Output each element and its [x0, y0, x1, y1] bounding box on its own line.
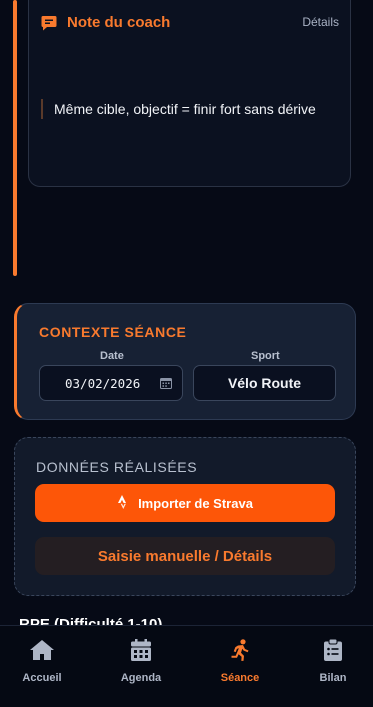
- coach-note-title: Note du coach: [67, 14, 171, 31]
- sport-value: Vélo Route: [227, 375, 302, 391]
- calendar-picker-icon[interactable]: [160, 377, 172, 389]
- date-input[interactable]: 03/02/2026: [39, 365, 183, 401]
- manual-entry-button[interactable]: Saisie manuelle / Détails: [35, 537, 335, 575]
- import-strava-label: Importer de Strava: [138, 495, 253, 511]
- bottom-nav: Accueil Agenda Séance Bilan: [0, 625, 373, 707]
- session-screen: Note du coach Détails Même cible, object…: [0, 0, 373, 707]
- home-icon: [29, 639, 55, 666]
- sport-select[interactable]: Vélo Route: [193, 365, 336, 401]
- accent-bar: [13, 0, 17, 276]
- strava-icon: [117, 494, 129, 512]
- comment-icon: [41, 15, 57, 31]
- coach-note-text: Même cible, objectif = finir fort sans d…: [41, 99, 316, 119]
- completed-data-title: DONNÉES RÉALISÉES: [36, 459, 198, 475]
- coach-note-card: Note du coach Détails Même cible, object…: [28, 0, 351, 187]
- session-context-card: CONTEXTE SÉANCE Date Sport 03/02/2026 Vé…: [14, 303, 356, 420]
- clipboard-icon: [324, 638, 342, 666]
- sport-label: Sport: [251, 350, 280, 362]
- nav-item-agenda[interactable]: Agenda: [101, 639, 181, 684]
- nav-label-bilan: Bilan: [319, 672, 347, 684]
- nav-label-accueil: Accueil: [22, 672, 62, 684]
- coach-details-link[interactable]: Détails: [302, 15, 339, 29]
- nav-label-seance: Séance: [220, 672, 260, 684]
- nav-item-bilan[interactable]: Bilan: [293, 638, 373, 684]
- date-label: Date: [100, 350, 124, 362]
- completed-data-card: DONNÉES RÉALISÉES Importer de Strava Sai…: [14, 437, 356, 596]
- date-value: 03/02/2026: [65, 375, 141, 391]
- nav-label-agenda: Agenda: [120, 672, 162, 684]
- session-context-title: CONTEXTE SÉANCE: [39, 324, 187, 340]
- calendar-icon: [131, 639, 151, 666]
- nav-item-seance[interactable]: Séance: [200, 639, 280, 684]
- coach-note-header: Note du coach: [41, 14, 170, 31]
- import-strava-button[interactable]: Importer de Strava: [35, 484, 335, 522]
- nav-item-accueil[interactable]: Accueil: [2, 639, 82, 684]
- running-icon: [230, 639, 250, 666]
- manual-entry-label: Saisie manuelle / Détails: [97, 547, 273, 565]
